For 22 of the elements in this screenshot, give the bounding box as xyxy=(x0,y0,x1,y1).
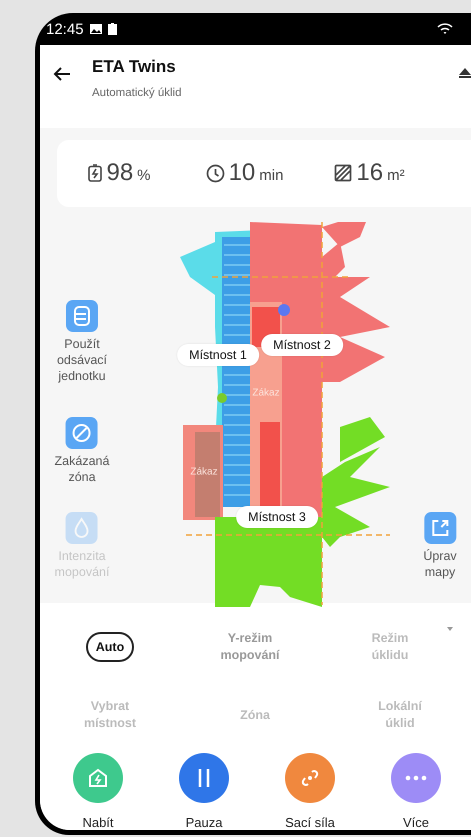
edit-map-button[interactable]: Úprav mapy xyxy=(423,512,457,580)
room-label[interactable]: Místnost 1 xyxy=(177,344,259,366)
room-label[interactable]: Místnost 2 xyxy=(261,334,343,356)
stat-unit: m² xyxy=(387,167,405,184)
room-label[interactable]: Místnost 3 xyxy=(236,506,318,528)
stat-unit: % xyxy=(137,167,151,184)
stat-unit: min xyxy=(259,167,284,184)
stat-value: 98 xyxy=(106,159,134,188)
stat-value: 16 xyxy=(356,159,384,188)
zone-label: Zákaz xyxy=(190,466,218,478)
status-time: 12:45 xyxy=(46,20,84,38)
stat-value: 10 xyxy=(228,159,256,188)
device-title: ETA Twins xyxy=(92,57,177,77)
action-button[interactable]: Sací síla xyxy=(257,753,363,830)
action-button[interactable]: Pauza xyxy=(151,753,257,830)
device-status: Automatický úklid xyxy=(92,87,182,99)
zone-label: Zákaz xyxy=(252,387,280,398)
action-button[interactable]: Více xyxy=(363,753,469,830)
action-button[interactable]: Nabít xyxy=(45,753,151,830)
map-tool-button[interactable]: Zakázaná zóna xyxy=(54,416,110,486)
mode-tab[interactable]: Auto xyxy=(86,632,134,662)
map-tool-button[interactable]: Použít odsávací jednotku xyxy=(56,300,108,384)
